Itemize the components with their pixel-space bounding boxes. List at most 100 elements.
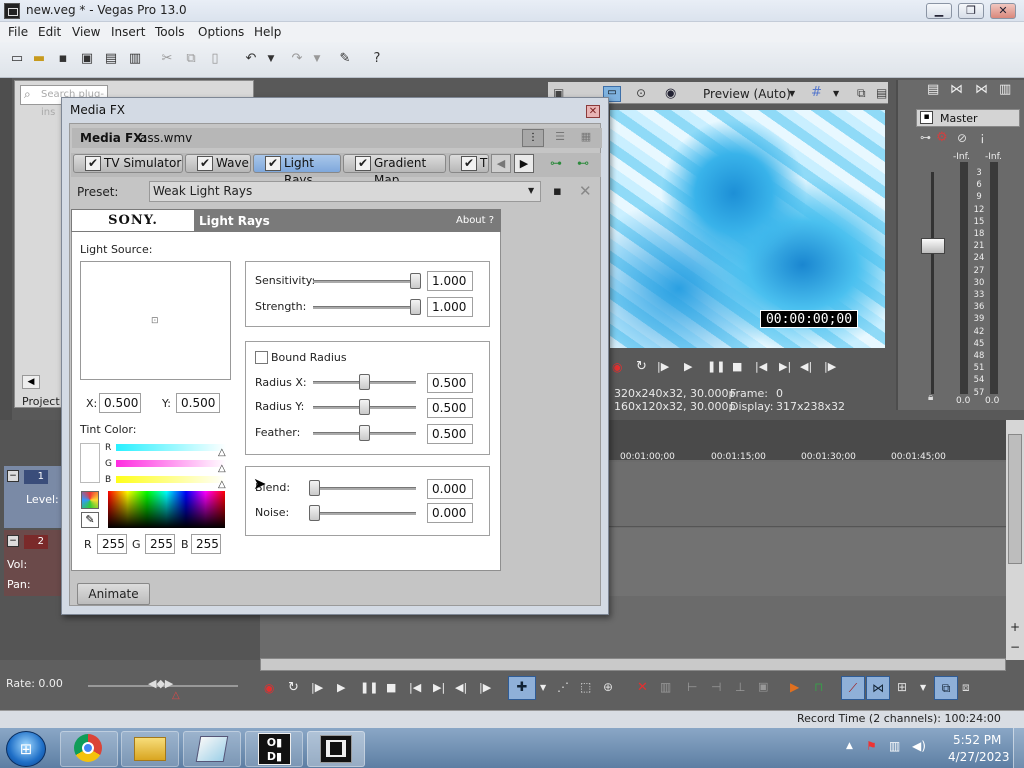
close-button[interactable]: ✕ [990, 3, 1016, 19]
loop-icon[interactable]: ↻ [636, 359, 647, 374]
selection-tool-icon[interactable]: ⬚ [580, 680, 591, 694]
show-hidden-icons[interactable]: ▲ [846, 741, 853, 751]
mixer-insert-icon[interactable]: ▤ [927, 82, 939, 97]
chain-tab-light-rays[interactable]: ✔ Light Rays [253, 154, 341, 187]
menu-file[interactable]: File [8, 25, 28, 39]
sensitivity-slider-thumb[interactable] [410, 273, 421, 289]
rate-reset-marker[interactable]: △ [172, 690, 180, 701]
preset-dropdown[interactable]: Weak Light Rays [149, 181, 541, 202]
mute-icon[interactable]: ⊘ [957, 131, 967, 145]
plugin-chain-icon[interactable]: ⊶ [550, 156, 562, 170]
mixer-meters-icon[interactable]: ▥ [999, 82, 1011, 97]
clock-time[interactable]: 5:52 PM [953, 733, 1001, 747]
event-fx-icon[interactable]: ✎ [336, 50, 354, 68]
insert-marker-icon[interactable]: ▶ [790, 680, 799, 694]
master-fx-icon[interactable]: ⚙ [936, 130, 948, 145]
bound-radius-checkbox[interactable] [255, 351, 268, 364]
copy-icon[interactable]: ⧉ [182, 50, 200, 68]
r-value-field[interactable]: 255 [97, 534, 127, 554]
minimize-button[interactable]: ▁ [926, 3, 952, 19]
checkmark-icon[interactable]: ✔ [355, 156, 371, 171]
transport-loop-icon[interactable]: ↻ [288, 680, 299, 695]
trim-end-icon[interactable]: ⊣ [711, 680, 721, 694]
auto-ripple-icon[interactable]: ⟋ [841, 676, 865, 700]
strength-slider-thumb[interactable] [410, 299, 421, 315]
chain-scroll-right-icon[interactable]: ▶ [514, 154, 534, 173]
chain-view-icon[interactable]: ⋮ [522, 129, 544, 147]
paste-icon[interactable]: ▯ [206, 50, 224, 68]
checkmark-icon[interactable]: ✔ [197, 156, 213, 171]
chain-tab-truncated[interactable]: ✔Ti [449, 154, 489, 173]
show-desktop-button[interactable] [1013, 728, 1024, 768]
blue-channel-slider[interactable] [116, 476, 226, 483]
menu-edit[interactable]: Edit [38, 25, 61, 39]
master-fader-handle[interactable] [921, 238, 945, 254]
pause-icon[interactable]: ❚❚ [707, 360, 725, 373]
undo-icon[interactable]: ↶ [242, 50, 260, 68]
maximize-button[interactable]: ❐ [958, 3, 984, 19]
tint-color-swatch[interactable] [80, 443, 100, 483]
split-icon[interactable]: ⊥ [735, 680, 745, 694]
b-value-field[interactable]: 255 [191, 534, 221, 554]
envelope-tool-icon[interactable]: ⋰ [557, 680, 569, 694]
chain-tab-gradient-map[interactable]: ✔ Gradient Map [343, 154, 446, 187]
blend-slider-track[interactable] [313, 487, 416, 490]
undo-dropdown-icon[interactable]: ▼ [262, 50, 280, 68]
redo-icon[interactable]: ↷ [288, 50, 306, 68]
menu-view[interactable]: View [72, 25, 100, 39]
preview-quality-icon[interactable]: ◉ [665, 86, 676, 101]
checkmark-icon[interactable]: ✔ [265, 156, 281, 171]
save-icon[interactable]: ▪ [54, 50, 72, 68]
noise-slider-thumb[interactable] [309, 505, 320, 521]
track-collapse-icon[interactable]: − [7, 470, 19, 482]
transport-next-frame-icon[interactable]: |▶ [479, 681, 491, 694]
transport-pause-icon[interactable]: ❚❚ [360, 681, 378, 694]
trim-icon[interactable]: ▥ [660, 680, 671, 694]
previous-frame-icon[interactable]: ◀| [800, 360, 812, 373]
master-icon[interactable]: ▪ [920, 111, 933, 124]
feather-slider-thumb[interactable] [359, 425, 370, 441]
timeline-horizontal-scrollbar[interactable] [260, 658, 1006, 671]
clock-date[interactable]: 4/27/2023 [948, 750, 1010, 764]
color-picker-icon[interactable] [81, 491, 99, 509]
trim-start-icon[interactable]: ⊢ [687, 680, 697, 694]
green-slider-handle-icon[interactable]: △ [218, 463, 226, 474]
preset-dropdown-arrow-icon[interactable]: ▼ [528, 186, 534, 195]
snapping-dropdown-icon[interactable]: ▼ [920, 683, 926, 692]
insert-region-icon[interactable]: ⊓ [814, 680, 823, 694]
track-collapse-icon[interactable]: − [7, 535, 19, 547]
eyedropper-icon[interactable]: ✎ [81, 512, 99, 528]
blue-slider-handle-icon[interactable]: △ [218, 479, 226, 490]
remove-plugin-icon[interactable]: ⊷ [577, 156, 589, 170]
list-view-icon[interactable]: ☰ [549, 129, 571, 147]
cut-icon[interactable]: ✂ [158, 50, 176, 68]
rate-slider-handle[interactable]: ◀◆▶ [148, 677, 173, 690]
copy-snapshot-icon[interactable]: ⧉ [857, 86, 866, 101]
preview-mode-dropdown-icon[interactable]: ▼ [789, 89, 795, 98]
mixer-fx-icon[interactable]: ⋈ [975, 82, 988, 97]
overlays-dropdown-icon[interactable]: ▼ [833, 89, 839, 98]
render-icon[interactable]: ▤ [102, 50, 120, 68]
red-slider-handle-icon[interactable]: △ [218, 447, 226, 458]
zoom-in-icon[interactable]: + [1010, 620, 1020, 634]
noise-slider-track[interactable] [313, 512, 416, 515]
sensitivity-field[interactable]: 1.000 [427, 271, 473, 291]
menu-tools[interactable]: Tools [155, 25, 185, 39]
radius-x-slider-thumb[interactable] [359, 374, 370, 390]
noise-field[interactable]: 0.000 [427, 503, 473, 523]
transport-record-icon[interactable]: ◉ [264, 681, 274, 695]
scroll-left-icon[interactable]: ◀ [22, 375, 40, 389]
start-button[interactable]: ⊞ [6, 731, 46, 767]
sensitivity-slider-track[interactable] [313, 280, 418, 283]
next-frame-icon[interactable]: |▶ [824, 360, 836, 373]
red-channel-slider[interactable] [116, 444, 226, 451]
delete-preset-icon[interactable]: ✕ [579, 182, 592, 200]
go-to-start-icon[interactable]: |◀ [755, 360, 767, 373]
lock-icon[interactable]: 🔒︎ [928, 392, 933, 403]
save-as-icon[interactable]: ▣ [78, 50, 96, 68]
radius-x-field[interactable]: 0.500 [427, 373, 473, 393]
lock-event-icon[interactable]: ▣ [758, 680, 768, 693]
grid-view-icon[interactable]: ▦ [575, 129, 597, 147]
light-source-crosshair-icon[interactable]: ⊡ [151, 316, 159, 326]
transport-stop-icon[interactable]: ■ [386, 681, 396, 694]
